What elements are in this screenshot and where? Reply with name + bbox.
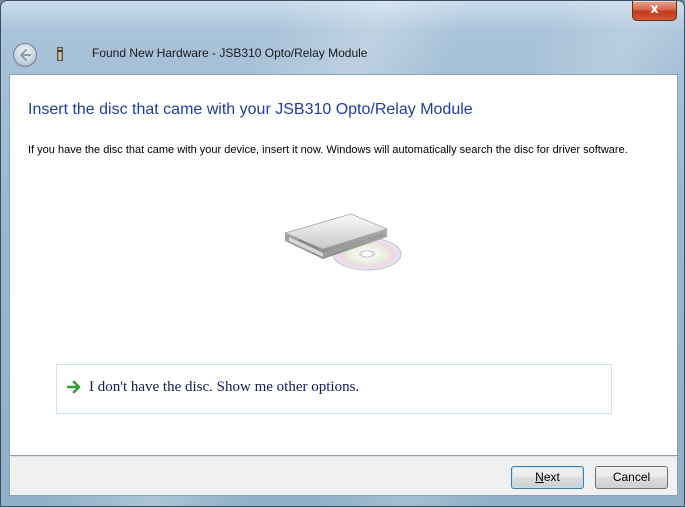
button-bar: Next Cancel xyxy=(9,456,678,496)
instruction-text: If you have the disc that came with your… xyxy=(28,144,628,156)
green-arrow-icon xyxy=(67,380,81,394)
next-button[interactable]: Next xyxy=(511,466,584,489)
window-title: Found New Hardware - JSB310 Opto/Relay M… xyxy=(92,46,368,60)
found-new-hardware-window: x Found New Hardware - JSB310 Opto/Relay… xyxy=(0,0,685,507)
close-button[interactable]: x xyxy=(632,1,677,21)
no-disc-option[interactable]: I don't have the disc. Show me other opt… xyxy=(56,364,612,414)
next-mnemonic: N xyxy=(535,470,544,484)
hardware-device-icon xyxy=(57,47,63,61)
disc-drive-icon xyxy=(283,213,402,271)
next-label-rest: ext xyxy=(543,470,560,484)
back-button[interactable] xyxy=(13,43,37,67)
back-arrow-icon xyxy=(20,49,31,61)
no-disc-option-label[interactable]: I don't have the disc. Show me other opt… xyxy=(89,379,359,396)
cancel-button[interactable]: Cancel xyxy=(595,466,668,489)
wizard-content: Insert the disc that came with your JSB3… xyxy=(9,74,678,456)
title-nav-bar: Found New Hardware - JSB310 Opto/Relay M… xyxy=(9,34,678,74)
page-heading: Insert the disc that came with your JSB3… xyxy=(28,101,473,118)
